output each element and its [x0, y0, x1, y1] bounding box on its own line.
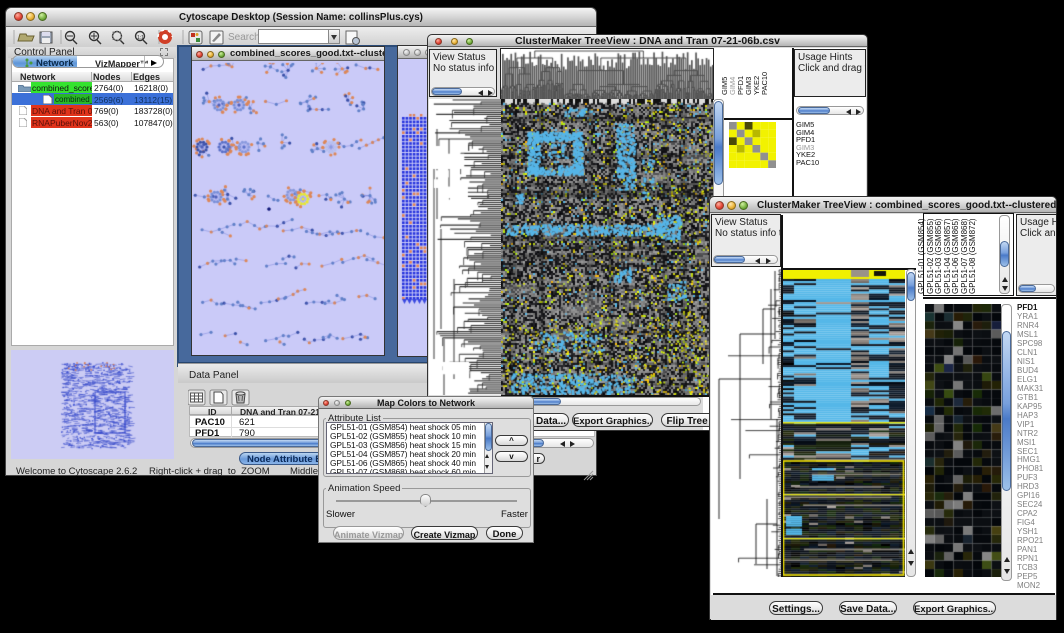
- svg-text:1:1: 1:1: [137, 35, 144, 41]
